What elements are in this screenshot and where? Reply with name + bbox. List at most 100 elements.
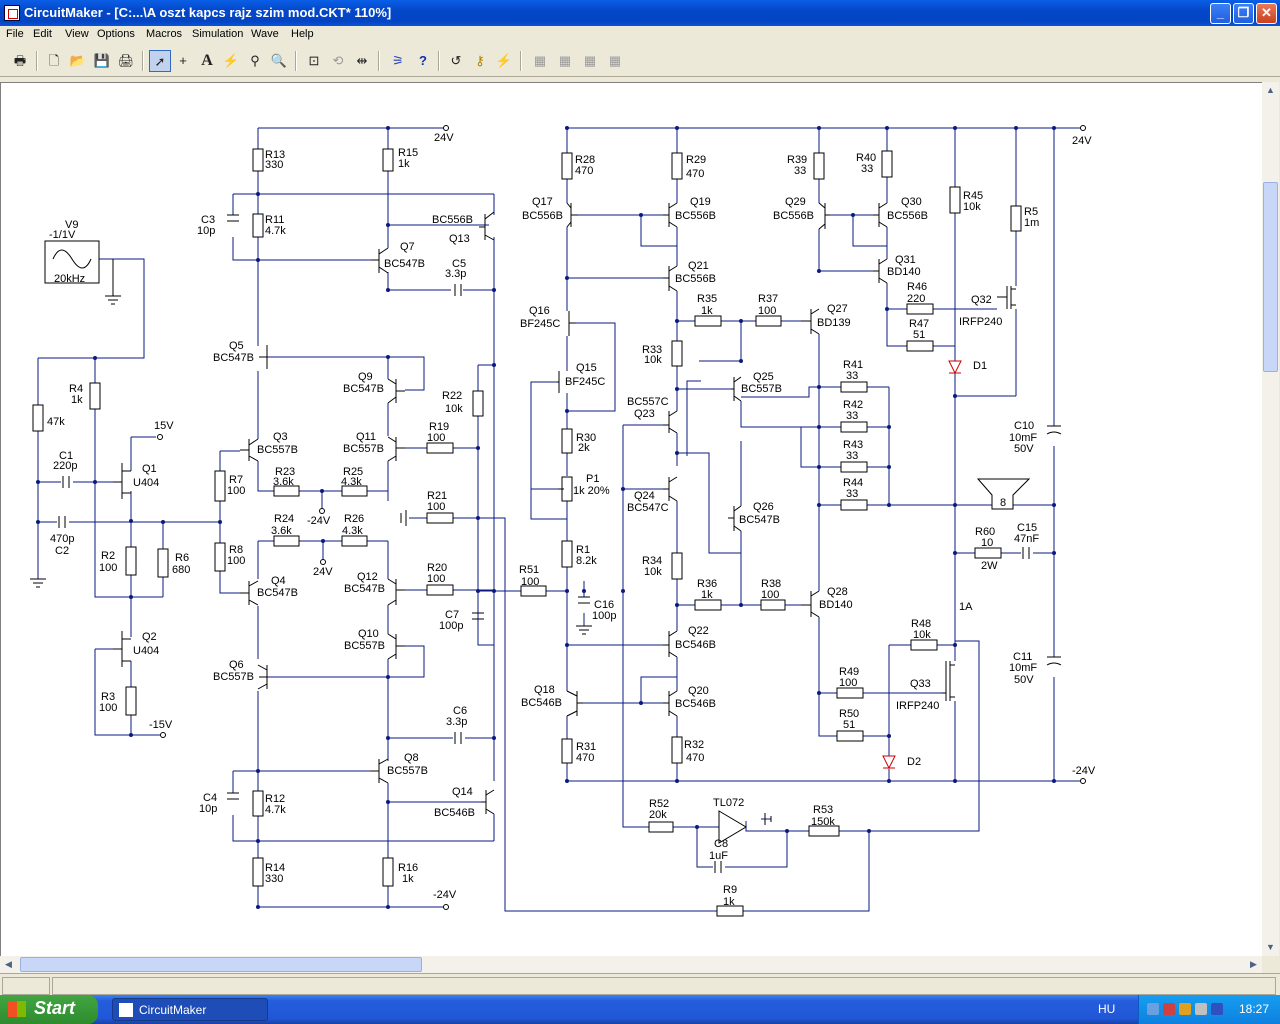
schematic-39-v-label: 10k — [644, 566, 662, 578]
print-icon[interactable]: 🖨 — [115, 50, 137, 72]
schematic-16-n-label: Q21 — [688, 260, 709, 272]
menu-macros[interactable]: Macros — [146, 28, 182, 40]
rail-24v-right: 24V — [1072, 135, 1092, 147]
schematic-45-v-label: 51 — [843, 719, 855, 731]
schematic-19-v-label: 330 — [265, 873, 283, 885]
schematic-labels: 24V -24V 24V -24V 15V -15V -24V 24V R133… — [47, 132, 1096, 908]
menu-wave[interactable]: Wave — [251, 28, 279, 40]
schematic-24-v-label: 33 — [794, 165, 806, 177]
wire-tool-icon[interactable]: + — [172, 50, 194, 72]
horizontal-scrollbar[interactable]: ◀ ▶ — [0, 956, 1262, 973]
undo-icon[interactable]: ↺ — [445, 50, 467, 72]
schematic-17-v-label: 100 — [427, 573, 445, 585]
window-title: CircuitMaker - [C:...\A oszt kapcs rajz … — [24, 5, 392, 20]
start-button[interactable]: Start — [0, 995, 98, 1024]
bluetooth-icon[interactable] — [1211, 1003, 1223, 1015]
netlist-icon[interactable]: ⚞ — [387, 50, 409, 72]
rail-15v: 15V — [154, 420, 174, 432]
zoom-fit-icon[interactable]: ⊡ — [303, 50, 325, 72]
network-icon[interactable] — [1147, 1003, 1159, 1015]
transistor-symbols — [113, 202, 1016, 815]
open-icon[interactable]: 📂 — [67, 50, 89, 72]
speaker-icon[interactable] — [1179, 1003, 1191, 1015]
schematic-7-v-label: 3.6k — [273, 476, 294, 488]
schematic-18-t-label: BC556B — [887, 210, 928, 222]
menu-simulation[interactable]: Simulation — [192, 28, 243, 40]
schematic-23-v-label: 470 — [686, 168, 704, 180]
schematic-13-v-label: 100 — [99, 702, 117, 714]
schematic-5-n-label: Q11 — [356, 431, 376, 443]
schematic-7-v-label: 100p — [592, 610, 616, 622]
scroll-up-icon[interactable]: ▲ — [1262, 82, 1279, 99]
save-icon[interactable]: 💾 — [91, 50, 113, 72]
schematic-28-n-label: R35 — [697, 293, 717, 305]
windows-flag-icon — [8, 1001, 26, 1017]
zoom-icon[interactable]: 🔍 — [268, 50, 290, 72]
schematic-19-t-label: BD140 — [887, 266, 921, 278]
title-bar[interactable]: CircuitMaker - [C:...\A oszt kapcs rajz … — [0, 0, 1280, 26]
v9-source-symbol: V9 -1/1V 20kHz — [44, 219, 100, 285]
schematic-18-v-label: 4.7k — [265, 804, 286, 816]
macro-icon-3[interactable]: ▦ — [579, 50, 601, 72]
macro-icon-4[interactable]: ▦ — [604, 50, 626, 72]
schematic-canvas[interactable]: V9 -1/1V 20kHz 24V -24V 24V -24V 15V -15… — [0, 82, 1262, 956]
macro-icon-2[interactable]: ▦ — [554, 50, 576, 72]
mirror-icon[interactable]: ⇹ — [351, 50, 373, 72]
status-bar — [0, 973, 1280, 996]
app-icon[interactable] — [4, 5, 20, 21]
schematic-36-v-label: 33 — [846, 488, 858, 500]
schematic-misc-p1-label: P1 — [586, 473, 599, 485]
clock: 18:27 — [1238, 1002, 1269, 1016]
tray-app-icon[interactable] — [1195, 1003, 1207, 1015]
menu-bar: File Edit View Options Macros Simulation… — [0, 26, 1280, 45]
rail-neg24v-bottom: -24V — [433, 889, 457, 901]
toolbar: 🖶 🗋 📂 💾 🖨 ➚ + A ⚡ ⚲ 🔍 ⊡ ⟲ ⇹ ⚞ ? ↺ ⚷ ⚡ ▦ … — [0, 45, 1280, 77]
language-indicator[interactable]: HU — [1098, 1002, 1115, 1016]
key-icon[interactable]: ⚷ — [469, 50, 491, 72]
maximize-button[interactable]: ❐ — [1233, 3, 1254, 24]
schematic-10-n-label: Q10 — [358, 628, 379, 640]
horizontal-scroll-thumb[interactable] — [20, 957, 422, 972]
vertical-scrollbar[interactable]: ▲ ▼ — [1262, 82, 1279, 956]
schematic-22-t-label: BD139 — [817, 317, 851, 329]
macro-icon-1[interactable]: ▦ — [529, 50, 551, 72]
scroll-right-icon[interactable]: ▶ — [1245, 956, 1262, 973]
schematic-49-n-label: R53 — [813, 804, 833, 816]
minimize-button[interactable]: _ — [1210, 3, 1231, 24]
rail-neg24v-right: -24V — [1072, 765, 1096, 777]
schematic-28-n-label: Q28 — [827, 586, 848, 598]
menu-file[interactable]: File — [6, 28, 24, 40]
schematic-misc-d1-label: D1 — [973, 360, 987, 372]
menu-help[interactable]: Help — [291, 28, 314, 40]
rotate-icon[interactable]: ⟲ — [327, 50, 349, 72]
schematic-20-t-label: BF245C — [520, 318, 560, 330]
schematic-48-v-label: 20k — [649, 809, 667, 821]
schematic-5-v-label: 100 — [227, 485, 245, 497]
menu-edit[interactable]: Edit — [33, 28, 52, 40]
close-button[interactable]: ✕ — [1256, 3, 1277, 24]
vertical-scroll-thumb[interactable] — [1263, 182, 1278, 372]
schematic-21-v-label: 100 — [521, 576, 539, 588]
text-tool-icon[interactable]: A — [196, 50, 218, 72]
schematic-2-n-label: Q5 — [229, 340, 244, 352]
schematic-18-n-label: Q30 — [901, 196, 922, 208]
schematic-3-t-label: BC547B — [343, 383, 384, 395]
probe-tool-icon[interactable]: ⚡ — [220, 50, 242, 72]
shield-icon[interactable] — [1163, 1003, 1175, 1015]
schematic-9-t-label: U404 — [133, 645, 159, 657]
schematic-25-t-label: BC557C — [627, 396, 669, 408]
taskbar-item-circuitmaker[interactable]: CircuitMaker — [112, 998, 268, 1021]
arrow-tool-icon[interactable]: ➚ — [149, 50, 171, 72]
print-setup-icon[interactable]: 🖶 — [9, 50, 31, 72]
wave-icon[interactable]: ⚡ — [493, 50, 515, 72]
schematic-6-n-label: Q1 — [142, 463, 157, 475]
menu-view[interactable]: View — [65, 28, 89, 40]
scroll-left-icon[interactable]: ◀ — [0, 956, 17, 973]
schematic-4-v-label: 100p — [439, 620, 463, 632]
scroll-down-icon[interactable]: ▼ — [1262, 939, 1279, 956]
schematic-25-n-label: Q23 — [634, 408, 655, 420]
wand-icon[interactable]: ⚲ — [244, 50, 266, 72]
new-icon[interactable]: 🗋 — [43, 50, 65, 72]
menu-options[interactable]: Options — [97, 28, 135, 40]
help-icon[interactable]: ? — [412, 50, 434, 72]
